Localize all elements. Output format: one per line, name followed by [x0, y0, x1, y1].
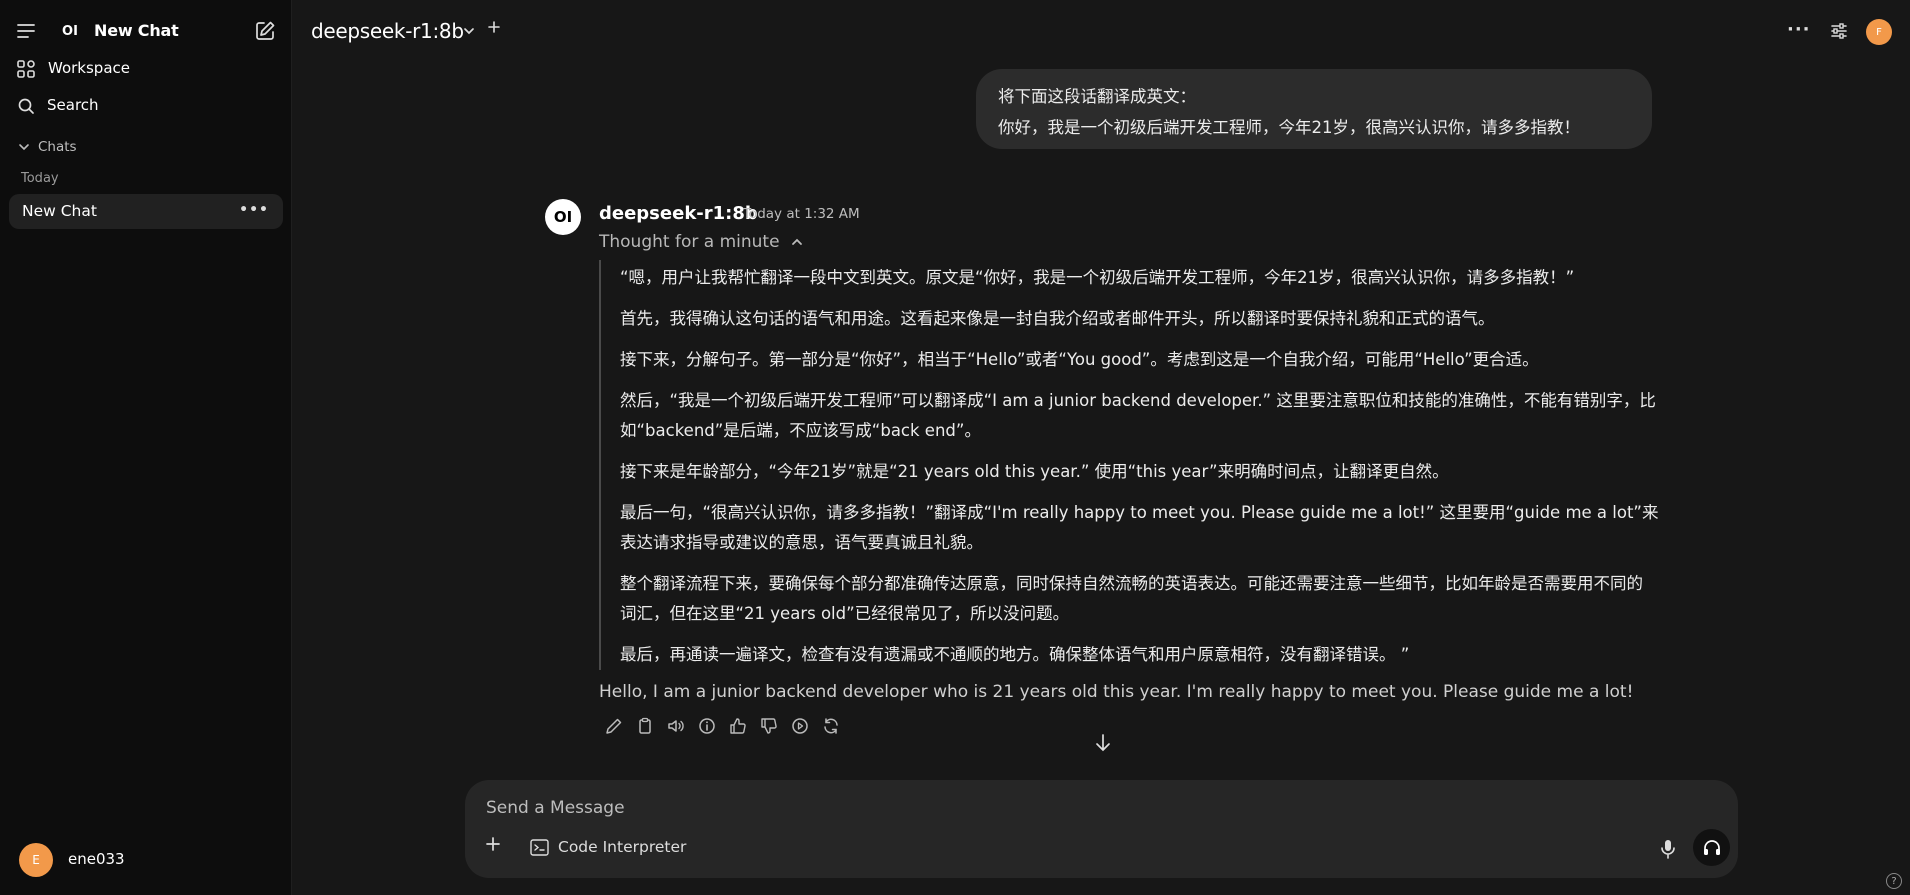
headphones-icon: [1702, 838, 1722, 858]
user-menu[interactable]: E ene033: [19, 843, 125, 877]
reasoning-paragraph: 最后一句，“很高兴认识你，请多多指教！”翻译成“I'm really happy…: [620, 503, 1659, 552]
add-attachment-button[interactable]: [485, 836, 501, 852]
workspace-icon: [16, 59, 36, 79]
controls-icon[interactable]: [1829, 21, 1849, 41]
more-options-icon[interactable]: •••: [239, 202, 269, 218]
reasoning-paragraph: 最后，再通读一遍译文，检查有没有遗漏或不通顺的地方。确保整体语气和用户原意相符，…: [620, 645, 1410, 664]
help-button[interactable]: ?: [1886, 873, 1902, 889]
user-message: 将下面这段话翻译成英文： 你好，我是一个初级后端开发工程师，今年21岁，很高兴认…: [976, 69, 1652, 149]
sidebar-item-label: Search: [47, 96, 99, 114]
thumbs-up-icon[interactable]: [729, 717, 747, 735]
new-chat-button[interactable]: New Chat: [94, 21, 179, 40]
reasoning-paragraph: 然后，“我是一个初级后端开发工程师”可以翻译成“I am a junior ba…: [620, 391, 1656, 440]
reasoning-block: “嗯，用户让我帮忙翻译一段中文到英文。原文是“你好，我是一个初级后端开发工程师，…: [599, 260, 1659, 670]
reasoning-paragraph: 首先，我得确认这句话的语气和用途。这看起来像是一封自我介绍或者邮件开头，所以翻译…: [620, 309, 1495, 328]
reasoning-paragraph: 整个翻译流程下来，要确保每个部分都准确传达原意，同时保持自然流畅的英语表达。可能…: [620, 574, 1643, 623]
sidebar-header: OI New Chat: [0, 16, 292, 46]
chevron-up-icon: [790, 235, 804, 249]
voice-mode-button[interactable]: [1693, 829, 1730, 866]
sidebar: OI New Chat Workspace Search Chats Today…: [0, 0, 292, 895]
message-actions: [605, 717, 840, 735]
model-avatar: OI: [545, 199, 581, 235]
speaker-icon[interactable]: [667, 717, 685, 735]
play-icon[interactable]: [791, 717, 809, 735]
user-name: ene033: [68, 850, 125, 868]
microphone-icon[interactable]: [1658, 838, 1678, 860]
avatar[interactable]: F: [1866, 19, 1892, 45]
assistant-answer: Hello, I am a junior backend developer w…: [599, 682, 1634, 702]
reasoning-paragraph: 接下来是年龄部分，“今年21岁”就是“21 years old this yea…: [620, 462, 1449, 481]
user-message-line: 你好，我是一个初级后端开发工程师，今年21岁，很高兴认识你，请多多指教！: [998, 118, 1580, 137]
avatar: E: [19, 843, 53, 877]
chats-label: Chats: [38, 139, 77, 155]
assistant-name: deepseek-r1:8b: [599, 203, 758, 224]
chat-list-item[interactable]: New Chat •••: [9, 194, 283, 229]
code-interpreter-label: Code Interpreter: [558, 838, 687, 856]
terminal-icon: [530, 838, 549, 856]
message-composer: Send a Message Code Interpreter: [465, 780, 1738, 878]
arrow-down-icon[interactable]: [1094, 732, 1112, 754]
sidebar-item-workspace[interactable]: Workspace: [0, 53, 292, 83]
chevron-down-icon: [18, 141, 30, 153]
model-selector[interactable]: deepseek-r1:8b: [311, 19, 464, 43]
thought-toggle[interactable]: Thought for a minute: [599, 232, 804, 252]
chat-title: New Chat: [22, 202, 97, 220]
date-group-label: Today: [21, 171, 59, 186]
edit-icon[interactable]: [605, 717, 623, 735]
menu-icon[interactable]: [16, 22, 36, 40]
chat-header: deepseek-r1:8b ··· F: [293, 0, 1910, 62]
thumbs-down-icon[interactable]: [760, 717, 778, 735]
info-icon[interactable]: [698, 717, 716, 735]
sidebar-item-label: Workspace: [48, 59, 130, 77]
thought-label: Thought for a minute: [599, 232, 780, 252]
add-model-button[interactable]: [487, 20, 501, 34]
app-logo[interactable]: OI: [58, 20, 82, 42]
user-message-line: 将下面这段话翻译成英文：: [998, 87, 1196, 106]
regenerate-icon[interactable]: [822, 717, 840, 735]
sidebar-item-search[interactable]: Search: [0, 90, 292, 120]
copy-icon[interactable]: [636, 717, 654, 735]
reasoning-paragraph: 接下来，分解句子。第一部分是“你好”，相当于“Hello”或者“You good…: [620, 350, 1539, 369]
chevron-down-icon[interactable]: [462, 24, 476, 38]
reasoning-paragraph: “嗯，用户让我帮忙翻译一段中文到英文。原文是“你好，我是一个初级后端开发工程师，…: [620, 268, 1575, 287]
more-options-icon[interactable]: ···: [1787, 19, 1811, 40]
message-input[interactable]: Send a Message: [486, 798, 625, 818]
edit-icon[interactable]: [254, 20, 276, 42]
search-icon: [16, 96, 36, 116]
chats-section-toggle[interactable]: Chats: [18, 139, 77, 155]
code-interpreter-toggle[interactable]: Code Interpreter: [530, 838, 686, 856]
message-timestamp: Today at 1:32 AM: [743, 206, 860, 222]
